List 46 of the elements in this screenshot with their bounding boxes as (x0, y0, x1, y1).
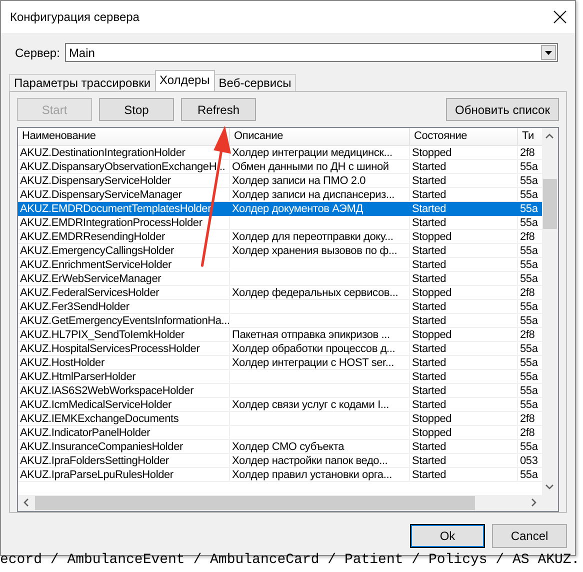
dropdown-arrow-icon (545, 50, 552, 54)
vertical-scrollbar[interactable] (542, 128, 558, 495)
horizontal-scrollbar[interactable] (18, 495, 542, 511)
table-row[interactable]: AKUZ.EMDRResendingHolder Холдер для переотправки доку... Stopped 2f8 (18, 230, 542, 244)
table-row[interactable]: AKUZ.Fer3SendHolder Started 55a (18, 300, 542, 314)
server-dropdown[interactable]: Main (64, 43, 558, 62)
table-row[interactable]: AKUZ.EnrichmentServiceHolder Started 55a (18, 258, 542, 272)
column-header[interactable]: Наименование (18, 128, 230, 146)
close-icon[interactable] (553, 10, 567, 24)
ok-button[interactable]: Ok (410, 524, 485, 548)
cancel-button[interactable]: Cancel (492, 524, 567, 548)
scroll-thumb[interactable] (543, 179, 557, 229)
table-row[interactable]: AKUZ.IEMKExchangeDocuments Stopped 2f8 (18, 412, 542, 426)
table-row[interactable]: AKUZ.DispensaryServiceHolder Холдер записи на ПМО 2.0 Started 55a (18, 174, 542, 188)
table-row[interactable]: AKUZ.HostHolder Холдер интеграции с HOST ser... Started 55a (18, 356, 542, 370)
window-title: Конфигурация сервера (10, 10, 140, 24)
scroll-thumb[interactable] (35, 496, 475, 510)
column-header[interactable]: Описание (230, 128, 410, 146)
table-row[interactable]: AKUZ.FederalServicesHolder Холдер федеральных сервисов... Stopped 2f8 (18, 286, 542, 300)
refresh-button[interactable]: Refresh (181, 98, 256, 121)
tab[interactable]: Параметры трассировки (9, 74, 156, 91)
table-row[interactable]: AKUZ.HL7PIX_SendToIemkHolder Пакетная отправка эпикризов ... Stopped 2f8 (18, 328, 542, 342)
background-text: ecord / AmbulanceEvent / AmbulanceCard / Patient / Policys / AS AKUZ. (0, 552, 581, 568)
table-row[interactable]: AKUZ.EMDRIntegrationProcessHolder Started 55a (18, 216, 542, 230)
table-row[interactable]: AKUZ.HospitalServicesProcessHolder Холдер обработки процессов д... Started 55a (18, 342, 542, 356)
scroll-down-icon[interactable] (545, 482, 554, 491)
refresh-list-button[interactable]: Обновить список (446, 98, 559, 121)
table-row[interactable]: AKUZ.IpraParseLpuRulesHolder Холдер правил установки орга... Started 55a (18, 468, 542, 482)
scroll-right-icon[interactable] (529, 498, 538, 507)
table-row[interactable]: AKUZ.ErWebServiceManager Started 55a (18, 272, 542, 286)
table-row[interactable]: AKUZ.IcmMedicalServiceHolder Холдер связи услуг с кодами I... Started 55a (18, 398, 542, 412)
table-row[interactable]: AKUZ.InsuranceCompaniesHolder Холдер СМО субъекта Started 55a (18, 440, 542, 454)
table-row[interactable]: AKUZ.IndicatorPanelHolder Stopped 2f8 (18, 426, 542, 440)
table-row[interactable]: AKUZ.EmergencyCallingsHolder Холдер хранения вызовов по ф... Started 55a (18, 244, 542, 258)
scroll-up-icon[interactable] (545, 132, 554, 141)
server-label: Сервер: (15, 46, 60, 60)
table-row[interactable]: AKUZ.IpraFoldersSettingHolder Холдер настройки папок ведо... Started 053 (18, 454, 542, 468)
column-header[interactable]: Состояние (410, 128, 518, 146)
table-row[interactable]: AKUZ.GetEmergencyEventsInformationHa... Started 55a (18, 314, 542, 328)
tab[interactable]: Холдеры (154, 70, 215, 91)
table-row[interactable]: AKUZ.IAS6S2WebWorkspaceHolder Started 55a (18, 384, 542, 398)
column-header[interactable]: Ти (518, 128, 542, 146)
stop-button[interactable]: Stop (99, 98, 174, 121)
tab[interactable]: Веб-сервисы (214, 74, 296, 91)
table-row[interactable]: AKUZ.HtmlParserHolder Started 55a (18, 370, 542, 384)
scroll-left-icon[interactable] (22, 498, 31, 507)
